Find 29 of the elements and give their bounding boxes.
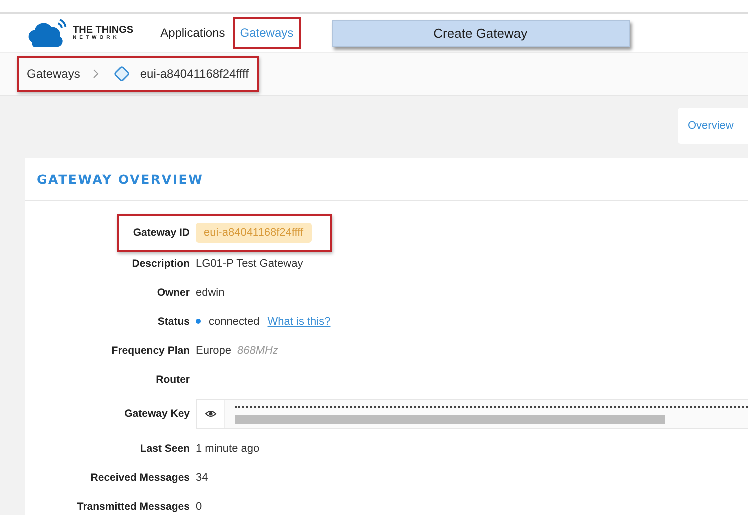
field-value: edwin	[196, 286, 225, 298]
gateway-key-field[interactable]	[196, 399, 748, 429]
eye-icon	[204, 409, 216, 419]
logo-text: THE THINGS	[73, 26, 134, 36]
frequency-note: 868MHz	[237, 344, 278, 356]
field-label: Received Messages	[90, 472, 190, 484]
scrollbar[interactable]	[235, 415, 665, 424]
chevron-icon	[92, 69, 100, 79]
field-value: Europe	[196, 344, 232, 356]
create-gateway-button[interactable]: Create Gateway	[332, 20, 630, 46]
card-title: GATEWAY OVERVIEW	[37, 172, 204, 186]
field-label: Transmitted Messages	[76, 500, 190, 512]
gateway-id-badge: eui-a84041168f24ffff	[196, 223, 312, 243]
field-label: Status	[156, 316, 190, 328]
breadcrumb-current: eui-a84041168f24ffff	[140, 67, 249, 81]
field-value: 1 minute ago	[196, 442, 260, 454]
field-label: Description	[131, 258, 190, 270]
field-value: LG01-P Test Gateway	[196, 258, 304, 270]
breadcrumb-link[interactable]: Gateways	[27, 67, 80, 81]
status-text: connected	[209, 316, 260, 328]
field-value: 0	[196, 500, 202, 512]
field-label: Gateway Key	[124, 408, 190, 420]
field-label: Frequency Plan	[110, 344, 190, 356]
field-label: Owner	[156, 286, 190, 298]
field-label: Last Seen	[139, 442, 190, 454]
nav-link[interactable]: Applications	[156, 18, 230, 48]
field-label: Router	[155, 374, 190, 386]
field-label: Gateway ID	[132, 227, 190, 239]
field-value: 34	[196, 472, 208, 484]
